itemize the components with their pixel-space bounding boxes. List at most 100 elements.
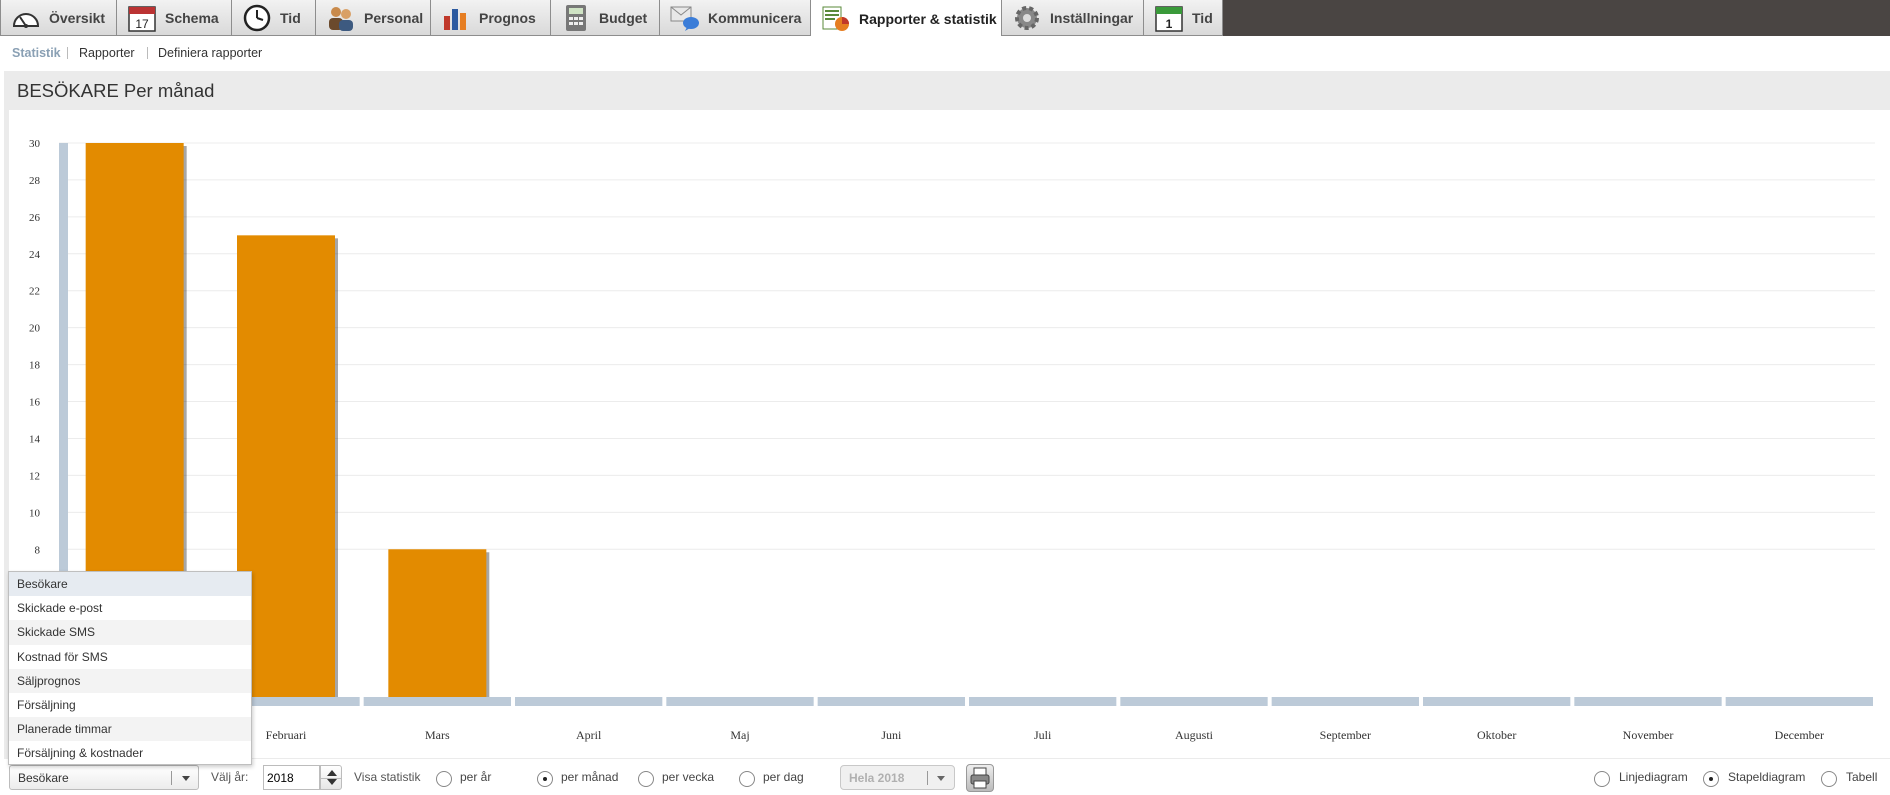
y-tick-label: 20: [29, 323, 41, 335]
tab-label: Budget: [599, 9, 648, 26]
period-select: Hela 2018: [840, 765, 955, 790]
tab-label: Tid: [280, 9, 301, 26]
x-axis-segment: [1725, 697, 1873, 706]
x-tick-label: Oktober: [1477, 728, 1516, 742]
chevron-down-icon: [182, 776, 190, 781]
tab-label: Prognos: [479, 9, 536, 26]
print-button[interactable]: [966, 764, 994, 792]
radio-label-per-vecka[interactable]: per vecka: [662, 770, 714, 784]
envelope-chat-icon: [670, 4, 700, 32]
x-tick-label: November: [1623, 728, 1674, 742]
year-stepper[interactable]: [320, 765, 342, 790]
tab-tid[interactable]: Tid: [231, 0, 316, 36]
metric-select-value: Besökare: [18, 771, 69, 785]
x-axis-segment: [515, 697, 663, 706]
gauge-icon: [11, 4, 41, 32]
y-tick-label: 24: [29, 249, 41, 261]
radio-label-stapeldiagram[interactable]: Stapeldiagram: [1728, 770, 1805, 784]
subnav-statistik[interactable]: Statistik: [12, 46, 61, 60]
tab-rapporter-statistik[interactable]: Rapporter & statistik: [810, 0, 1002, 37]
y-tick-label: 10: [29, 507, 41, 519]
svg-text:1: 1: [1166, 17, 1173, 31]
x-tick-label: December: [1775, 728, 1824, 742]
tab-personal[interactable]: Personal: [315, 0, 431, 36]
x-tick-label: Augusti: [1175, 728, 1214, 742]
arrow-down-icon[interactable]: [327, 779, 337, 785]
x-tick-label: Februari: [266, 728, 307, 742]
gear-icon: [1012, 4, 1042, 32]
tab-prognos[interactable]: Prognos: [430, 0, 551, 36]
radio-stapeldiagram[interactable]: [1703, 771, 1719, 787]
x-tick-label: Juni: [881, 728, 902, 742]
radio-linjediagram[interactable]: [1594, 771, 1610, 787]
subnav-separator: [67, 47, 68, 59]
statistics-panel: BESÖKARE Per månad 8 10 12 14 16 18 20 22 24 26 28…: [4, 71, 1890, 759]
page-title: BESÖKARE Per månad: [17, 80, 215, 101]
statistics-controls: Besökare Välj år: Visa statistik per år …: [0, 759, 1890, 795]
x-axis-segment: [363, 697, 511, 706]
arrow-up-icon[interactable]: [327, 770, 337, 776]
y-tick-label: 26: [29, 212, 41, 224]
radio-per-ar[interactable]: [436, 771, 452, 787]
dropdown-option[interactable]: Säljprognos: [9, 668, 251, 693]
bar: [388, 549, 487, 697]
dropdown-option[interactable]: Skickade e-post: [9, 596, 251, 620]
year-input[interactable]: [263, 765, 320, 790]
radio-label-linjediagram[interactable]: Linjediagram: [1619, 770, 1688, 784]
tab-kommunicera[interactable]: Kommunicera: [659, 0, 811, 36]
tab-label: Kommunicera: [708, 9, 802, 26]
x-axis-segment: [1423, 697, 1571, 706]
y-tick-label: 28: [29, 175, 41, 187]
tab-tid-2[interactable]: 1 Tid: [1143, 0, 1223, 36]
people-icon: [326, 4, 356, 32]
calendar-icon: 17: [127, 4, 157, 32]
metric-select[interactable]: Besökare: [9, 765, 199, 790]
dropdown-option[interactable]: Besökare: [9, 572, 251, 597]
subnav-rapporter[interactable]: Rapporter: [79, 46, 135, 60]
y-tick-label: 30: [29, 138, 41, 150]
tab-label: Inställningar: [1050, 9, 1134, 26]
subnav-separator: [147, 47, 148, 59]
radio-label-per-manad[interactable]: per månad: [561, 770, 618, 784]
x-tick-label: Maj: [730, 728, 749, 742]
x-tick-label: Juli: [1034, 728, 1052, 742]
tab-label: Rapporter & statistik: [859, 10, 997, 27]
x-tick-label: September: [1320, 728, 1371, 742]
x-axis-segment: [817, 697, 965, 706]
radio-label-tabell[interactable]: Tabell: [1846, 770, 1877, 784]
tab-label: Översikt: [49, 9, 106, 26]
radio-label-per-dag[interactable]: per dag: [763, 770, 804, 784]
tab-label: Tid: [1192, 9, 1213, 26]
x-tick-label: Mars: [425, 728, 450, 742]
tab-installningar[interactable]: Inställningar: [1001, 0, 1144, 36]
chart-area: 81012141618202224262830JanuariFebruariMa…: [9, 110, 1890, 758]
x-tick-label: April: [576, 728, 602, 742]
dropdown-option[interactable]: Försäljning: [9, 693, 251, 717]
tab-oversikt[interactable]: Översikt: [0, 0, 117, 36]
x-axis-segment: [1271, 697, 1419, 706]
x-axis-segment: [1120, 697, 1268, 706]
y-tick-label: 16: [29, 397, 41, 409]
radio-label-per-ar[interactable]: per år: [460, 770, 491, 784]
tab-label: Personal: [364, 9, 424, 26]
clock-icon: [242, 4, 272, 32]
tab-schema[interactable]: 17 Schema: [116, 0, 232, 36]
radio-per-vecka[interactable]: [638, 771, 654, 787]
dropdown-option[interactable]: Försäljning & kostnader: [9, 741, 251, 765]
dropdown-option[interactable]: Skickade SMS: [9, 620, 251, 645]
radio-per-dag[interactable]: [739, 771, 755, 787]
tab-budget[interactable]: Budget: [550, 0, 660, 36]
dropdown-option[interactable]: Planerade timmar: [9, 717, 251, 742]
subnav-definiera-rapporter[interactable]: Definiera rapporter: [158, 46, 262, 60]
main-tab-bar: Översikt 17 Schema Tid Personal Prognos …: [0, 0, 1890, 37]
dropdown-option[interactable]: Kostnad för SMS: [9, 645, 251, 669]
y-tick-label: 14: [29, 433, 41, 445]
bar-chart: 81012141618202224262830JanuariFebruariMa…: [29, 138, 1875, 742]
chevron-down-icon: [937, 776, 945, 781]
radio-per-manad[interactable]: [537, 771, 553, 787]
visa-statistik-label: Visa statistik: [354, 770, 421, 784]
period-select-value: Hela 2018: [849, 771, 905, 785]
metric-dropdown-list: Besökare Skickade e-post Skickade SMS Ko…: [8, 571, 252, 765]
x-axis-segment: [666, 697, 814, 706]
radio-tabell[interactable]: [1821, 771, 1837, 787]
